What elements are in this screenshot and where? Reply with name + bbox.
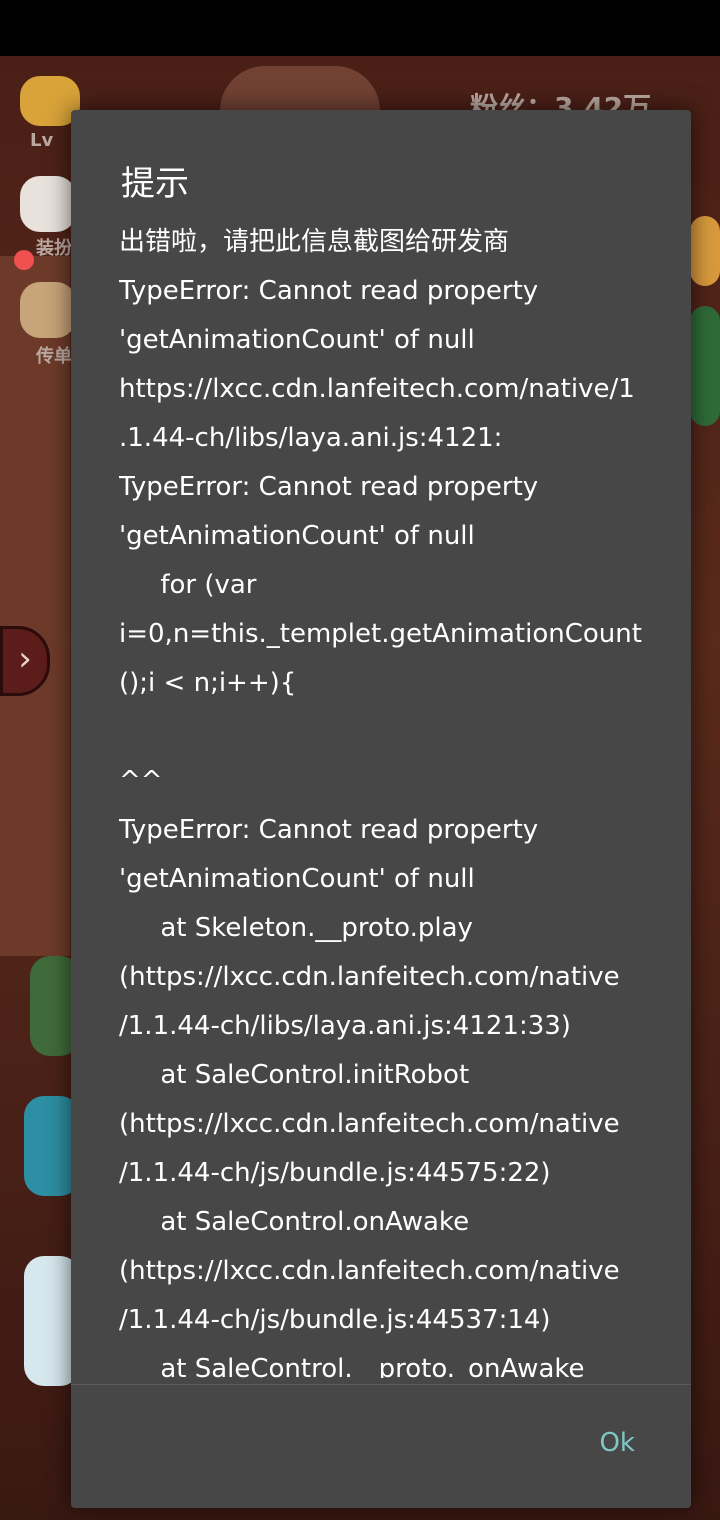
error-message-line: for (var: [119, 570, 257, 600]
error-message-line: [119, 708, 649, 757]
error-message-line: ();i < n;i++){: [119, 668, 297, 698]
error-message-line: at SaleControl.initRobot: [119, 1060, 470, 1090]
dialog-divider: [71, 1384, 691, 1385]
error-message-line: 'getAnimationCount' of null: [119, 325, 475, 355]
error-message-line: (https://lxcc.cdn.lanfeitech.com/native: [119, 1109, 620, 1139]
error-message-line: TypeError: Cannot read property: [119, 472, 539, 502]
error-message-line: at Skeleton.__proto.play: [119, 913, 473, 943]
flyer-label: 传单: [36, 346, 72, 367]
dress-up-button[interactable]: [20, 176, 76, 232]
error-message-line: ^^: [119, 766, 163, 796]
error-message-line: (https://lxcc.cdn.lanfeitech.com/native: [119, 1256, 620, 1286]
status-bar: [0, 0, 720, 56]
ok-button[interactable]: Ok: [599, 1428, 635, 1458]
notification-dot: [14, 250, 34, 270]
side-item[interactable]: [690, 306, 720, 426]
dialog-title: 提示: [121, 164, 189, 204]
dress-up-label: 装扮: [36, 238, 72, 259]
flyer-button[interactable]: [20, 282, 76, 338]
side-item[interactable]: [690, 216, 720, 286]
error-message-line: .1.44-ch/libs/laya.ani.js:4121:: [119, 423, 503, 453]
error-message-line: /1.1.44-ch/js/bundle.js:44575:22): [119, 1158, 551, 1188]
error-message-line: TypeError: Cannot read property: [119, 815, 539, 845]
error-message-line: at SaleControl.onAwake: [119, 1207, 470, 1237]
error-message-line: TypeError: Cannot read property: [119, 276, 539, 306]
error-message-line: /1.1.44-ch/libs/laya.ani.js:4121:33): [119, 1011, 571, 1041]
error-message-line: at SaleControl.__proto._onAwake: [119, 1354, 585, 1378]
error-message-line: i=0,n=this._templet.getAnimationCount: [119, 619, 642, 649]
error-message-line: 'getAnimationCount' of null: [119, 864, 475, 894]
error-message-line: https://lxcc.cdn.lanfeitech.com/native/1: [119, 374, 635, 404]
error-message-line: 'getAnimationCount' of null: [119, 521, 475, 551]
error-message: 出错啦，请把此信息截图给研发商 TypeError: Cannot read pr…: [119, 218, 649, 1378]
error-message-line: /1.1.44-ch/js/bundle.js:44537:14): [119, 1305, 551, 1335]
error-message-line: (https://lxcc.cdn.lanfeitech.com/native: [119, 962, 620, 992]
level-label: Lv: [30, 130, 54, 151]
error-message-line: 出错啦，请把此信息截图给研发商: [119, 227, 510, 257]
error-dialog: 提示 出错啦，请把此信息截图给研发商 TypeError: Cannot read…: [71, 110, 691, 1508]
